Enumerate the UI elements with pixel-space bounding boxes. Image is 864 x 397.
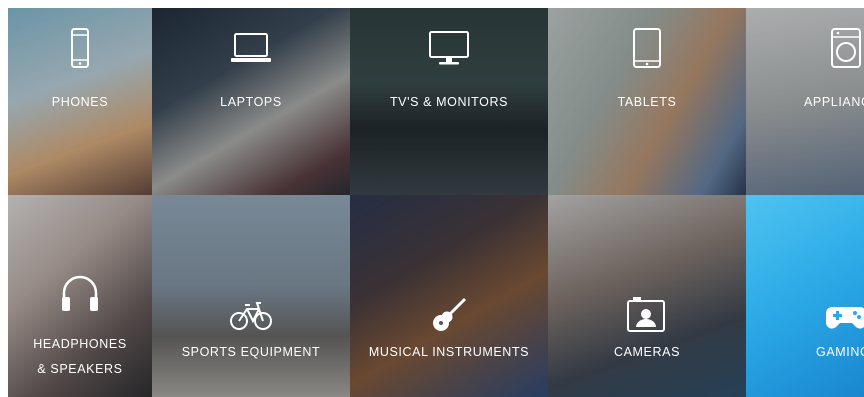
category-grid: PHONES LAPTOPS TV'S & MONITORS TABLETS A… (8, 8, 864, 397)
gaming-label: GAMING (816, 345, 864, 359)
gamepad-icon (824, 293, 864, 337)
tablet-icon (625, 26, 669, 70)
headphones-label-line2: & SPEAKERS (37, 362, 123, 376)
category-tile-cameras[interactable]: CAMERAS (548, 195, 746, 397)
musical-instruments-label: MUSICAL INSTRUMENTS (368, 345, 530, 359)
phones-label: PHONES (51, 95, 109, 109)
category-tile-tablets[interactable]: TABLETS (548, 8, 746, 195)
camera-icon (624, 293, 668, 337)
tv-monitors-label: TV'S & MONITORS (389, 95, 509, 109)
laptop-icon (229, 26, 273, 70)
category-tile-gaming[interactable]: GAMING (746, 195, 864, 397)
category-tile-sports-equipment[interactable]: SPORTS EQUIPMENT (152, 195, 350, 397)
phone-icon (58, 26, 102, 70)
sports-equipment-label: SPORTS EQUIPMENT (181, 345, 321, 359)
laptops-label: LAPTOPS (220, 95, 282, 109)
bicycle-icon (229, 293, 273, 337)
category-tile-tv-monitors[interactable]: TV'S & MONITORS (350, 8, 548, 195)
category-tile-phones[interactable]: PHONES (8, 8, 152, 195)
category-tile-appliances[interactable]: APPLIANC (746, 8, 864, 195)
category-tile-laptops[interactable]: LAPTOPS (152, 8, 350, 195)
category-tile-headphones-speakers[interactable]: HEADPHONES & SPEAKERS (8, 195, 152, 397)
guitar-icon (427, 293, 471, 337)
appliances-label: APPLIANC (804, 95, 864, 109)
cameras-label: CAMERAS (613, 345, 681, 359)
washing-machine-icon (824, 26, 864, 70)
monitor-icon (427, 26, 471, 70)
tablets-label: TABLETS (617, 95, 677, 109)
category-tile-musical-instruments[interactable]: MUSICAL INSTRUMENTS (350, 195, 548, 397)
headphones-label-line1: HEADPHONES (33, 337, 127, 351)
headphones-icon (58, 271, 102, 315)
